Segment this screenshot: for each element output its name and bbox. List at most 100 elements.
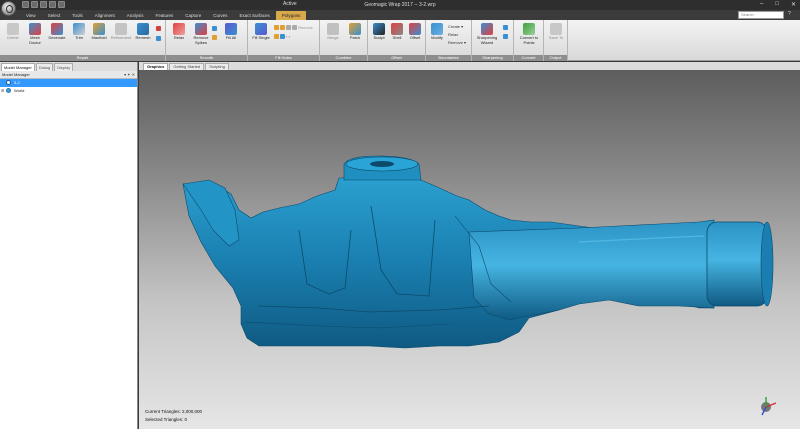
tab-view[interactable]: View [20,11,42,20]
tab-model-manager[interactable]: Model Manager [1,63,35,71]
flip-icon[interactable] [156,36,161,41]
convert-to-points-icon [523,23,535,35]
modify-button[interactable]: Modify [426,22,448,52]
convert-to-points-button[interactable]: Convert to Points [516,22,542,52]
graphics-viewport[interactable]: Current Triangles: 2,000,000 Selected Tr… [139,70,800,429]
offset-icon [409,23,421,35]
trim-button[interactable]: Trim [68,22,90,52]
tab-alignment[interactable]: Alignment [89,11,121,20]
sandpaper-icon[interactable] [212,26,217,31]
modify-boundary-icon [431,23,443,35]
delete-button[interactable]: Delete [2,22,24,52]
group-combine: Merge Patch Combine [320,20,368,61]
expand-icon[interactable]: ⊞ [1,87,4,95]
world-globe-icon [6,88,11,94]
bridge-icon[interactable] [274,25,279,31]
tree-item-world[interactable]: ⊞ World [0,87,137,95]
tab-polygons[interactable]: Polygons [275,11,307,20]
fill-single-icon [255,23,267,35]
sharpen-edit-icon[interactable] [503,34,508,39]
fill-all-button[interactable]: Fill All [220,22,242,52]
save-to-button[interactable]: Save To [545,22,567,52]
tab-features[interactable]: Features [150,11,180,20]
mesh-doctor-icon [29,23,41,35]
group-convert: Convert to Points Convert [514,20,544,61]
tree-item-model[interactable]: 3-2 [0,79,137,87]
tab-exact-surfaces[interactable]: Exact Surfaces [234,11,276,20]
refinement-icon [115,23,127,35]
tab-dialog[interactable]: Dialog [35,63,54,71]
triangle-count: Current Triangles: 2,000,000 [145,409,203,414]
app-menu-button[interactable] [1,1,16,16]
save-to-icon [550,23,562,35]
smooth-ellipse-icon[interactable] [212,35,217,40]
sharpening-wizard-button[interactable]: Sharpening Wizard [474,22,500,52]
relax-button[interactable]: Relax [168,22,190,52]
polygon-model-icon [6,80,11,86]
title-bar: Active Geomagic Wrap 2017 -- 3-2.wrp – □… [0,0,800,16]
group-boundaries: Modify Create ▾ Relax Remove ▾ Boundarie… [426,20,472,61]
remesh-button[interactable]: Remesh [132,22,154,52]
tab-display[interactable]: Display [54,63,74,71]
next-arrow-icon[interactable]: › [288,34,289,39]
remove-label: Remove [298,25,313,30]
search-input[interactable]: Search [738,11,784,19]
panel-tabs: Model Manager Dialog Display [0,62,137,71]
delete-icon [7,23,19,35]
tab-tools[interactable]: Tools [66,11,89,20]
sculpt-icon [373,23,385,35]
tab-getting-started[interactable]: Getting Started [169,63,205,70]
window-title: Geomagic Wrap 2017 -- 3-2.wrp [364,2,436,8]
ribbon: Delete Mesh Doctor Decimate Trim Manifol… [0,20,800,61]
relax-boundary-button[interactable]: Relax [448,32,458,37]
create-boundary-button[interactable]: Create ▾ [448,24,463,29]
bridge-alt-icon[interactable] [280,25,285,31]
close-button[interactable]: ✕ [791,1,796,8]
remove-spikes-icon [195,23,207,35]
minimize-button[interactable]: – [760,1,763,8]
relax-icon [173,23,185,35]
decimate-button[interactable]: Decimate [46,22,68,52]
orientation-triad-icon[interactable] [756,395,778,417]
panel-controls[interactable]: ▾ ✦ ✕ [124,71,135,78]
tab-analysis[interactable]: Analysis [121,11,150,20]
pinch-icon[interactable] [286,25,291,31]
maximize-button[interactable]: □ [775,1,779,8]
group-smooth: Relax Remove Spikes Fill All Smooth [166,20,248,61]
tree-item-label: World [14,88,25,93]
mesh-model[interactable] [139,70,800,429]
shell-icon [391,23,403,35]
group-offset: Sculpt Shell Offset Offset [368,20,426,61]
sharpen-extend-icon[interactable] [503,25,508,30]
refinement-button[interactable]: Refinement [110,22,132,52]
group-repair: Delete Mesh Doctor Decimate Trim Manifol… [0,20,166,61]
tab-select[interactable]: Select [42,11,67,20]
remove-spikes-button[interactable]: Remove Spikes [190,22,212,52]
tab-curves[interactable]: Curves [207,11,233,20]
fill-single-button[interactable]: Fill Single [250,22,272,52]
remesh-icon [137,23,149,35]
help-button[interactable]: ? [788,11,796,19]
ribbon-tab-strip: View Select Tools Alignment Analysis Features… [0,10,800,20]
link-icon[interactable] [292,25,297,31]
ribbon-tabs: View Select Tools Alignment Analysis Features… [20,11,307,20]
fill-all-icon [225,23,237,35]
tab-capture[interactable]: Capture [179,11,207,20]
bandage-icon[interactable] [156,26,161,31]
document-tabs: Graphics Getting Started Scripting [139,62,800,70]
remove-boundary-button[interactable]: Remove ▾ [448,40,466,45]
model-manager-panel: Model Manager Dialog Display Model Manag… [0,62,138,429]
patch-button[interactable]: Patch [344,22,366,52]
fill-boundary-icon[interactable] [280,34,285,40]
group-fill-holes: Fill Single Remove ‹ › Fill Holes [248,20,320,61]
trim-icon [73,23,85,35]
manifold-button[interactable]: Manifold [88,22,110,52]
tab-scripting[interactable]: Scripting [205,63,229,70]
tab-graphics[interactable]: Graphics [143,63,169,70]
merge-button[interactable]: Merge [322,22,344,52]
panel-header: Model Manager ▾ ✦ ✕ [0,71,137,79]
mesh-doctor-button[interactable]: Mesh Doctor [24,22,46,52]
offset-button[interactable]: Offset [404,22,426,52]
tree-item-label: 3-2 [14,80,20,85]
fill-partial-icon[interactable] [274,34,279,40]
